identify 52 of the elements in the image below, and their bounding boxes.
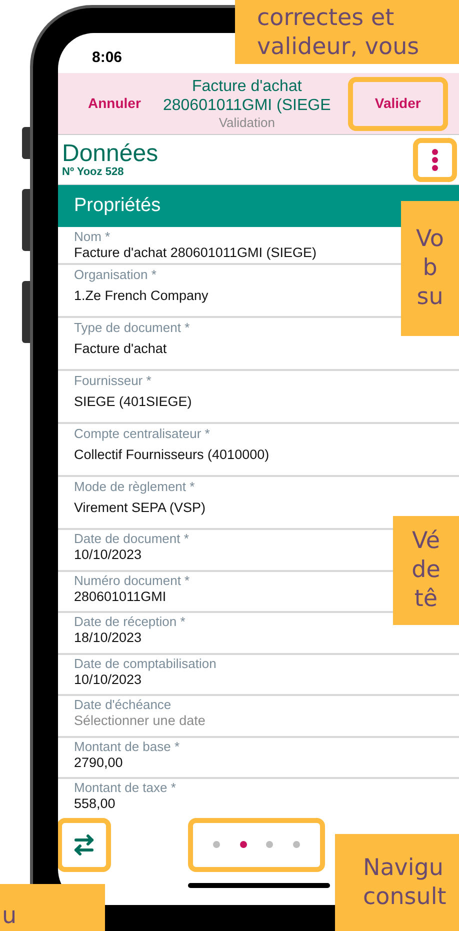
header-title: Facture d'achat — [192, 76, 302, 96]
cancel-button[interactable]: Annuler — [88, 93, 141, 114]
field-value: 1.Ze French Company — [74, 287, 208, 305]
field-label: Type de document * — [74, 320, 190, 335]
field-placeholder: Sélectionner une date — [74, 712, 206, 730]
field-label: Date de document * — [74, 531, 189, 546]
field-value: Facture d'achat 280601011GMI (SIEGE) — [74, 244, 316, 262]
callout-text: consult — [363, 882, 448, 912]
field-value: 10/10/2023 — [74, 546, 142, 564]
field-label: Montant de taxe * — [74, 780, 176, 795]
callout-text: su — [416, 283, 444, 312]
callout-text: Vé — [412, 527, 440, 556]
field-label: Date de réception * — [74, 614, 186, 629]
field-value: 2790,00 — [74, 754, 123, 772]
callout-text: valideur, vous — [257, 33, 420, 62]
yooz-number: Nº Yooz 528 — [62, 166, 125, 178]
validate-button[interactable]: Valider — [352, 82, 443, 126]
section-title: Données — [62, 141, 158, 166]
callout-text: correctes et — [257, 4, 396, 33]
form-field[interactable]: Date de comptabilisation 10/10/2023 — [58, 654, 459, 696]
form-field[interactable]: Montant de base * 2790,00 — [58, 738, 459, 779]
field-label: Nom * — [74, 229, 110, 244]
header-subtitle: Validation — [218, 114, 275, 130]
more-icon — [432, 148, 438, 170]
field-value: SIEGE (401SIEGE) — [74, 393, 192, 411]
field-label: Fournisseur * — [74, 373, 152, 388]
callout-text: u — [2, 902, 18, 931]
swap-arrows-icon — [72, 832, 96, 856]
callout-text: tê — [414, 585, 438, 614]
status-time: 8:06 — [92, 48, 122, 68]
header-title: 280601011GMI (SIEGE — [162, 96, 331, 114]
field-value: 18/10/2023 — [74, 629, 142, 647]
form-field[interactable]: Compte centralisateur * Collectif Fournisseurs (4010000) — [58, 424, 459, 477]
field-value: 10/10/2023 — [74, 671, 142, 688]
properties-header: Propriétés — [58, 185, 459, 227]
field-value: 280601011GMI — [74, 588, 166, 606]
form-field[interactable]: Fournisseur * SIEGE (401SIEGE) — [58, 371, 459, 424]
callout-text: Navigu — [363, 854, 444, 882]
field-value: Virement SEPA (VSP) — [74, 499, 206, 517]
field-label: Date de comptabilisation — [74, 656, 216, 670]
more-menu-button[interactable] — [418, 142, 452, 176]
swap-button[interactable] — [62, 822, 106, 866]
field-label: Compte centralisateur * — [74, 426, 210, 441]
field-label: Organisation * — [74, 267, 156, 282]
field-value: 558,00 — [74, 795, 116, 813]
field-value: Collectif Fournisseurs (4010000) — [74, 446, 270, 464]
field-label: Numéro document * — [74, 572, 190, 588]
field-label: Montant de base * — [74, 738, 180, 754]
field-value: Facture d'achat — [74, 340, 167, 358]
field-label: Date d'échéance — [74, 697, 172, 712]
callout-text: Vo — [416, 225, 444, 254]
field-label: Mode de règlement * — [74, 479, 195, 494]
